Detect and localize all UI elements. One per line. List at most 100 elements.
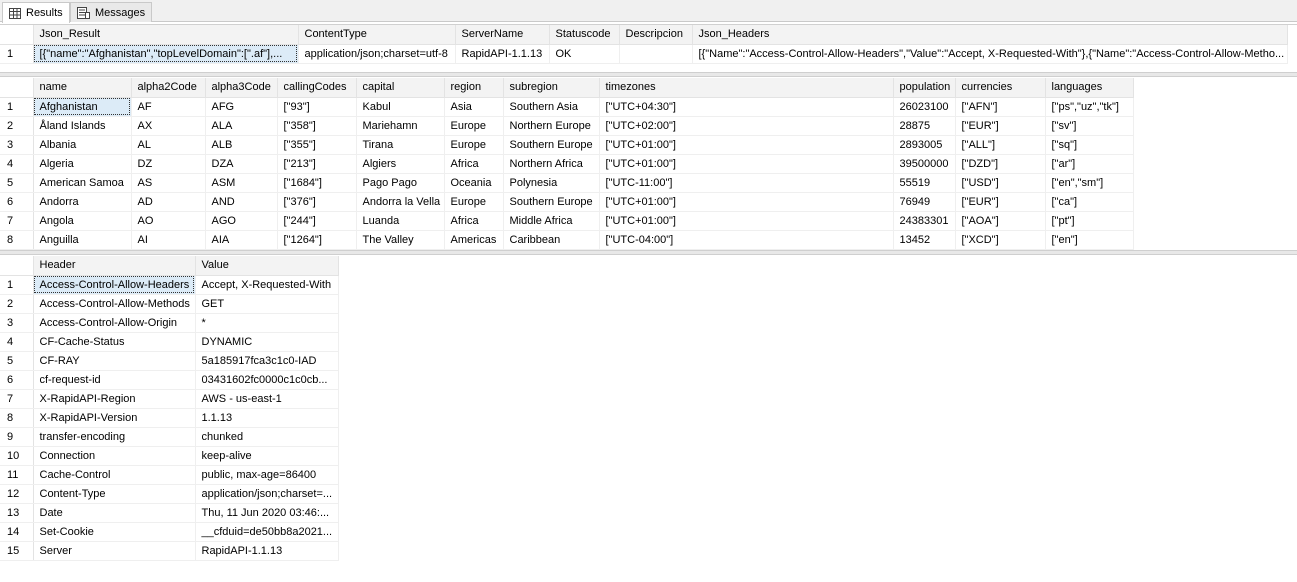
table-row[interactable]: 8 X-RapidAPI-Version 1.1.13 bbox=[0, 408, 339, 428]
column-header[interactable]: Descripcion bbox=[619, 25, 693, 45]
row-number[interactable]: 5 bbox=[0, 173, 34, 193]
column-header[interactable]: subregion bbox=[503, 78, 600, 98]
table-cell[interactable]: ["sq"] bbox=[1045, 135, 1134, 155]
table-cell[interactable]: 55519 bbox=[893, 173, 956, 193]
table-cell[interactable]: The Valley bbox=[356, 230, 445, 250]
column-header[interactable]: alpha3Code bbox=[205, 78, 278, 98]
table-cell[interactable]: ASM bbox=[205, 173, 278, 193]
row-number[interactable]: 1 bbox=[0, 97, 34, 117]
table-cell[interactable]: Middle Africa bbox=[503, 211, 600, 231]
table-cell[interactable]: Anguilla bbox=[33, 230, 132, 250]
table-cell[interactable]: 2893005 bbox=[893, 135, 956, 155]
table-cell[interactable]: ["AFN"] bbox=[955, 97, 1046, 117]
headers-grid[interactable]: Header Value 1 Access-Control-Allow-Heade… bbox=[0, 256, 339, 561]
tab-results[interactable]: Results bbox=[2, 2, 70, 23]
table-cell[interactable]: ["USD"] bbox=[955, 173, 1046, 193]
table-cell[interactable]: X-RapidAPI-Version bbox=[33, 408, 196, 428]
table-row[interactable]: 13 Date Thu, 11 Jun 2020 03:46:... bbox=[0, 503, 339, 523]
table-cell[interactable]: AGO bbox=[205, 211, 278, 231]
table-cell[interactable]: Åland Islands bbox=[33, 116, 132, 136]
table-row[interactable]: 1 Afghanistan AF AFG ["93"] Kabul Asia Southern… bbox=[0, 97, 1134, 117]
table-cell[interactable]: Angola bbox=[33, 211, 132, 231]
row-number[interactable]: 2 bbox=[0, 294, 34, 314]
table-row[interactable]: 1 Access-Control-Allow-Headers Accept, X-R… bbox=[0, 275, 339, 295]
table-cell[interactable]: Africa bbox=[444, 154, 504, 174]
table-cell[interactable]: Africa bbox=[444, 211, 504, 231]
table-cell[interactable]: ["UTC+01:00"] bbox=[599, 211, 894, 231]
table-cell[interactable]: ["1264"] bbox=[277, 230, 357, 250]
table-row[interactable]: 15 Server RapidAPI-1.1.13 bbox=[0, 541, 339, 561]
table-cell[interactable]: Europe bbox=[444, 135, 504, 155]
table-cell[interactable]: AI bbox=[131, 230, 206, 250]
table-cell[interactable]: Luanda bbox=[356, 211, 445, 231]
column-header[interactable]: capital bbox=[356, 78, 445, 98]
column-header[interactable]: Statuscode bbox=[549, 25, 620, 45]
table-cell[interactable]: Thu, 11 Jun 2020 03:46:... bbox=[195, 503, 339, 523]
table-cell[interactable]: Access-Control-Allow-Methods bbox=[33, 294, 196, 314]
table-cell[interactable]: RapidAPI-1.1.13 bbox=[195, 541, 339, 561]
table-cell[interactable]: Asia bbox=[444, 97, 504, 117]
table-cell[interactable]: application/json;charset=utf-8 bbox=[298, 44, 456, 64]
table-cell[interactable]: ["358"] bbox=[277, 116, 357, 136]
row-number[interactable]: 15 bbox=[0, 541, 34, 561]
table-cell[interactable]: ["sv"] bbox=[1045, 116, 1134, 136]
column-header[interactable]: timezones bbox=[599, 78, 894, 98]
table-cell[interactable]: Accept, X-Requested-With bbox=[195, 275, 339, 295]
table-cell[interactable]: AFG bbox=[205, 97, 278, 117]
table-cell[interactable]: Server bbox=[33, 541, 196, 561]
table-cell[interactable]: ["XCD"] bbox=[955, 230, 1046, 250]
table-cell[interactable]: 13452 bbox=[893, 230, 956, 250]
table-cell[interactable]: ["pt"] bbox=[1045, 211, 1134, 231]
table-cell[interactable]: Southern Europe bbox=[503, 192, 600, 212]
column-header[interactable]: region bbox=[444, 78, 504, 98]
table-row[interactable]: 7 Angola AO AGO ["244"] Luanda Africa Middle Af… bbox=[0, 211, 1134, 231]
table-cell[interactable]: X-RapidAPI-Region bbox=[33, 389, 196, 409]
table-cell[interactable]: Access-Control-Allow-Headers bbox=[33, 275, 196, 295]
table-cell[interactable]: ["UTC-04:00"] bbox=[599, 230, 894, 250]
table-cell[interactable]: 76949 bbox=[893, 192, 956, 212]
table-cell[interactable]: AO bbox=[131, 211, 206, 231]
row-number[interactable]: 14 bbox=[0, 522, 34, 542]
row-number[interactable]: 11 bbox=[0, 465, 34, 485]
row-number[interactable]: 13 bbox=[0, 503, 34, 523]
table-cell[interactable]: ["UTC-11:00"] bbox=[599, 173, 894, 193]
table-cell[interactable]: keep-alive bbox=[195, 446, 339, 466]
table-cell[interactable]: ["EUR"] bbox=[955, 192, 1046, 212]
table-cell[interactable]: public, max-age=86400 bbox=[195, 465, 339, 485]
table-row[interactable]: 11 Cache-Control public, max-age=86400 bbox=[0, 465, 339, 485]
table-row[interactable]: 9 transfer-encoding chunked bbox=[0, 427, 339, 447]
table-cell[interactable]: ["213"] bbox=[277, 154, 357, 174]
table-cell[interactable]: Northern Europe bbox=[503, 116, 600, 136]
table-cell[interactable]: GET bbox=[195, 294, 339, 314]
table-cell[interactable]: Access-Control-Allow-Origin bbox=[33, 313, 196, 333]
table-cell[interactable]: Cache-Control bbox=[33, 465, 196, 485]
column-header[interactable]: name bbox=[33, 78, 132, 98]
table-cell[interactable]: transfer-encoding bbox=[33, 427, 196, 447]
api-result-grid[interactable]: Json_Result ContentType ServerName Statu… bbox=[0, 25, 1288, 64]
table-row[interactable]: 10 Connection keep-alive bbox=[0, 446, 339, 466]
table-cell[interactable]: cf-request-id bbox=[33, 370, 196, 390]
table-cell[interactable]: ALA bbox=[205, 116, 278, 136]
table-row[interactable]: 8 Anguilla AI AIA ["1264"] The Valley Americas… bbox=[0, 230, 1134, 250]
table-cell[interactable]: Algeria bbox=[33, 154, 132, 174]
table-cell[interactable]: Oceania bbox=[444, 173, 504, 193]
table-cell[interactable]: ALB bbox=[205, 135, 278, 155]
table-cell[interactable]: CF-RAY bbox=[33, 351, 196, 371]
table-cell[interactable]: 39500000 bbox=[893, 154, 956, 174]
table-row[interactable]: 12 Content-Type application/json;charset=.… bbox=[0, 484, 339, 504]
row-number[interactable]: 8 bbox=[0, 408, 34, 428]
table-cell[interactable]: * bbox=[195, 313, 339, 333]
table-cell[interactable]: CF-Cache-Status bbox=[33, 332, 196, 352]
table-cell[interactable]: ["DZD"] bbox=[955, 154, 1046, 174]
table-cell[interactable]: ["UTC+01:00"] bbox=[599, 135, 894, 155]
table-cell[interactable]: AX bbox=[131, 116, 206, 136]
column-header[interactable]: languages bbox=[1045, 78, 1134, 98]
table-cell[interactable]: Europe bbox=[444, 116, 504, 136]
table-cell[interactable]: Pago Pago bbox=[356, 173, 445, 193]
table-cell[interactable]: 24383301 bbox=[893, 211, 956, 231]
table-cell[interactable]: Algiers bbox=[356, 154, 445, 174]
column-header[interactable]: currencies bbox=[955, 78, 1046, 98]
table-cell[interactable]: ["ar"] bbox=[1045, 154, 1134, 174]
table-cell[interactable]: Albania bbox=[33, 135, 132, 155]
table-cell[interactable]: ["AOA"] bbox=[955, 211, 1046, 231]
